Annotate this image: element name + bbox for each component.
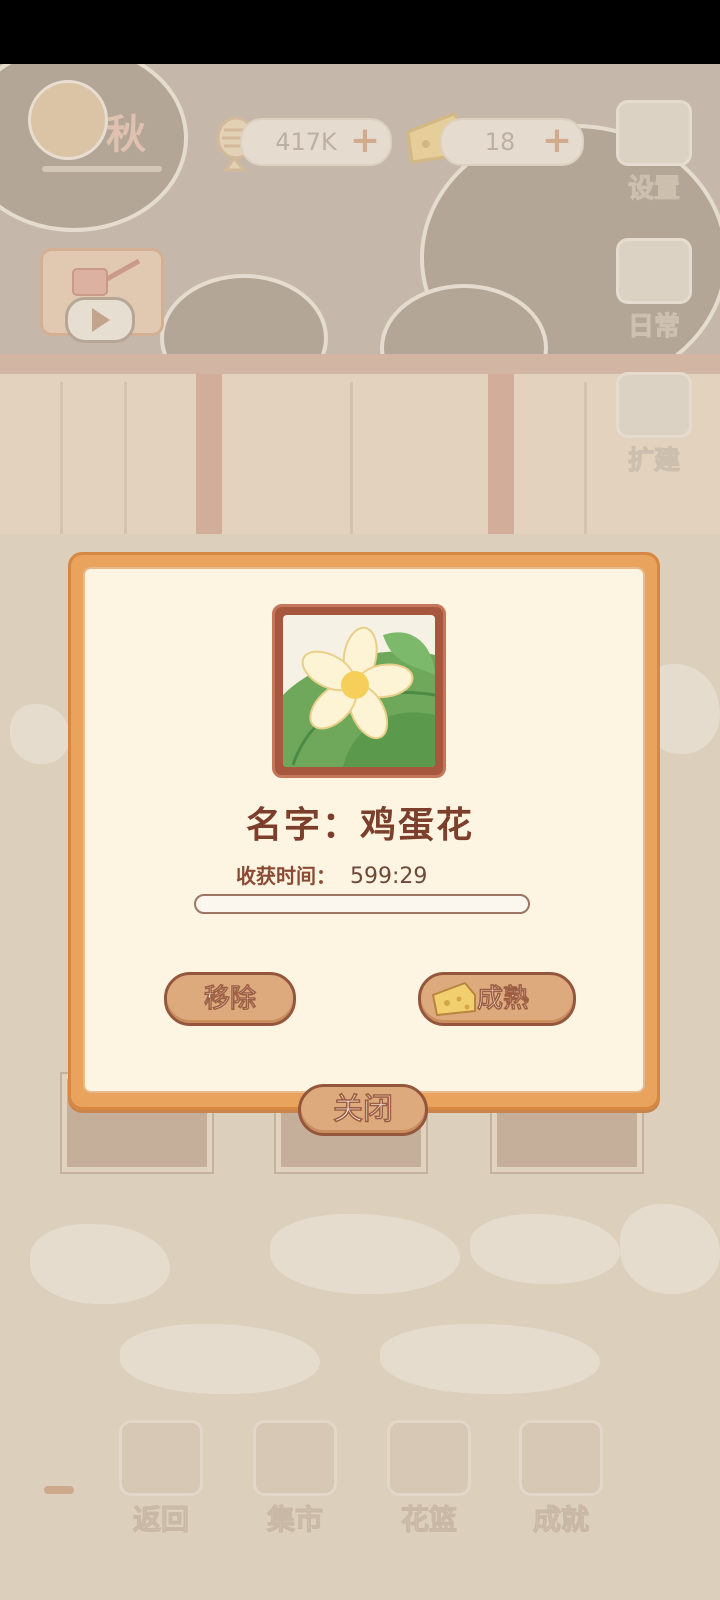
ripen-label: 成熟 — [477, 984, 530, 1015]
close-button[interactable]: 关闭 — [298, 1084, 428, 1136]
cheese-icon — [431, 981, 476, 1017]
status-bar — [0, 0, 720, 64]
harvest-time-value: 599:29 — [350, 864, 428, 889]
remove-button[interactable]: 移除 — [164, 972, 296, 1026]
frangipani-flower-icon — [283, 626, 435, 767]
plant-image — [283, 615, 435, 767]
harvest-time-row: 收获时间： 599:29 — [236, 860, 427, 889]
harvest-time-label: 收获时间： — [236, 864, 336, 888]
growth-progress-bar — [194, 894, 530, 914]
ripen-button[interactable]: 成熟 — [418, 972, 576, 1026]
plant-name: 名字：鸡蛋花 — [245, 805, 474, 846]
plant-image-frame — [272, 604, 446, 778]
